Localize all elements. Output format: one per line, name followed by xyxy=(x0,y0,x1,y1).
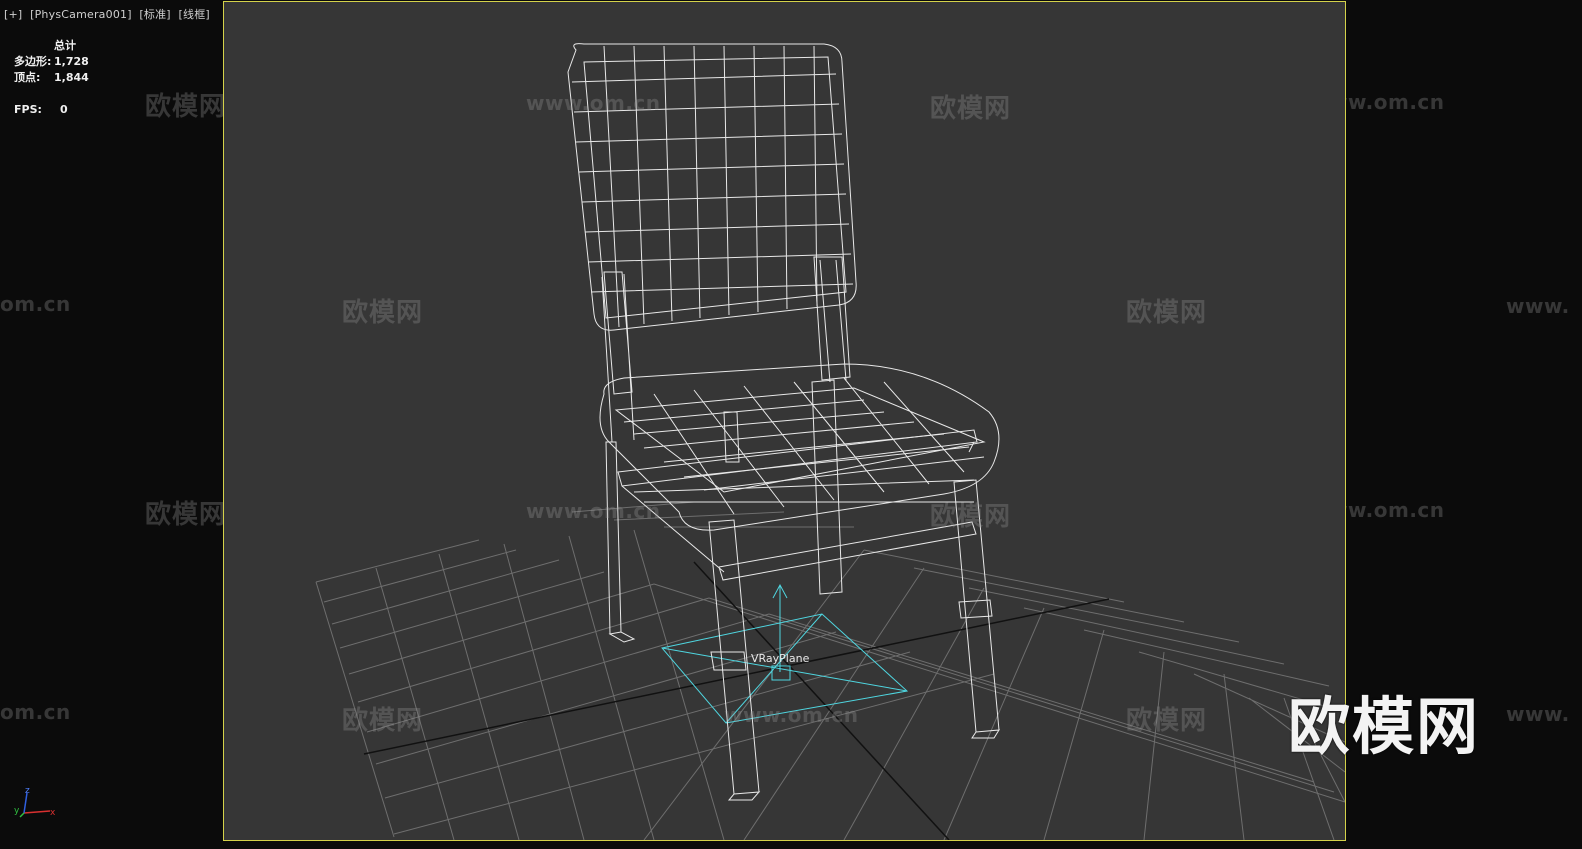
watermark-logo-frame-6: 欧模网 xyxy=(1126,706,1208,736)
ground-grid xyxy=(315,501,1345,840)
watermark-url-left-1: om.cn xyxy=(0,292,71,316)
watermark-logo-frame-1: 欧模网 xyxy=(930,94,1012,124)
fps-value: 0 xyxy=(60,103,68,116)
viewport-plus-menu[interactable]: [+] xyxy=(4,8,22,21)
viewport-frame[interactable]: www.om.cn www.om.cn www.om.cn 欧模网 欧模网 欧模… xyxy=(223,1,1346,841)
polygons-label: 多边形: xyxy=(14,55,52,68)
polygons-value: 1,728 xyxy=(54,55,89,68)
watermark-url-frame-2: www.om.cn xyxy=(526,499,661,523)
watermark-logo-frame-5: 欧模网 xyxy=(342,706,424,736)
chair-wireframe xyxy=(567,43,1000,801)
watermark-logo-frame-2: 欧模网 xyxy=(342,298,424,328)
watermark-logo-left-1: 欧模网 xyxy=(145,92,227,122)
watermark-logo-frame-3: 欧模网 xyxy=(1126,298,1208,328)
fps-label: FPS: xyxy=(14,103,42,116)
watermark-logo-left-2: 欧模网 xyxy=(145,500,227,530)
scene-statistics: 总计 多边形: 1,728 顶点: 1,844 FPS: 0 xyxy=(14,38,89,118)
axis-gizmo: x z y xyxy=(12,785,62,829)
stats-header: 总计 xyxy=(54,39,76,52)
stats-vertices: 顶点: 1,844 xyxy=(14,70,89,86)
watermark-url-right-3: www. xyxy=(1506,294,1570,318)
axis-z-label: z xyxy=(25,786,30,796)
axis-y-label: y xyxy=(14,806,20,816)
viewport-label[interactable]: [+] [PhysCamera001] [标准] [线框] xyxy=(4,6,214,22)
viewport-display-menu[interactable]: [线框] xyxy=(179,8,210,21)
watermark-url-left-2: om.cn xyxy=(0,700,71,724)
vertices-value: 1,844 xyxy=(54,71,89,84)
watermark-url-right-4: www. xyxy=(1506,702,1570,726)
watermark-url-frame-1: www.om.cn xyxy=(526,91,661,115)
vray-plane-label[interactable]: VRayPlane xyxy=(751,652,809,665)
viewport-camera-menu[interactable]: [PhysCamera001] xyxy=(30,8,132,21)
watermark-url-frame-3: www.om.cn xyxy=(724,703,859,727)
axis-x-label: x xyxy=(50,808,56,818)
stats-polygons: 多边形: 1,728 xyxy=(14,54,89,70)
watermark-logo-frame-4: 欧模网 xyxy=(930,502,1012,532)
watermark-big-logo: 欧模网 xyxy=(1288,690,1481,763)
vertices-label: 顶点: xyxy=(14,71,41,84)
world-axis-lines xyxy=(363,561,1110,840)
axis-gizmo-icon: x z y xyxy=(14,786,56,818)
viewport-shading-menu[interactable]: [标准] xyxy=(139,8,170,21)
stats-fps: FPS: 0 xyxy=(14,102,89,118)
